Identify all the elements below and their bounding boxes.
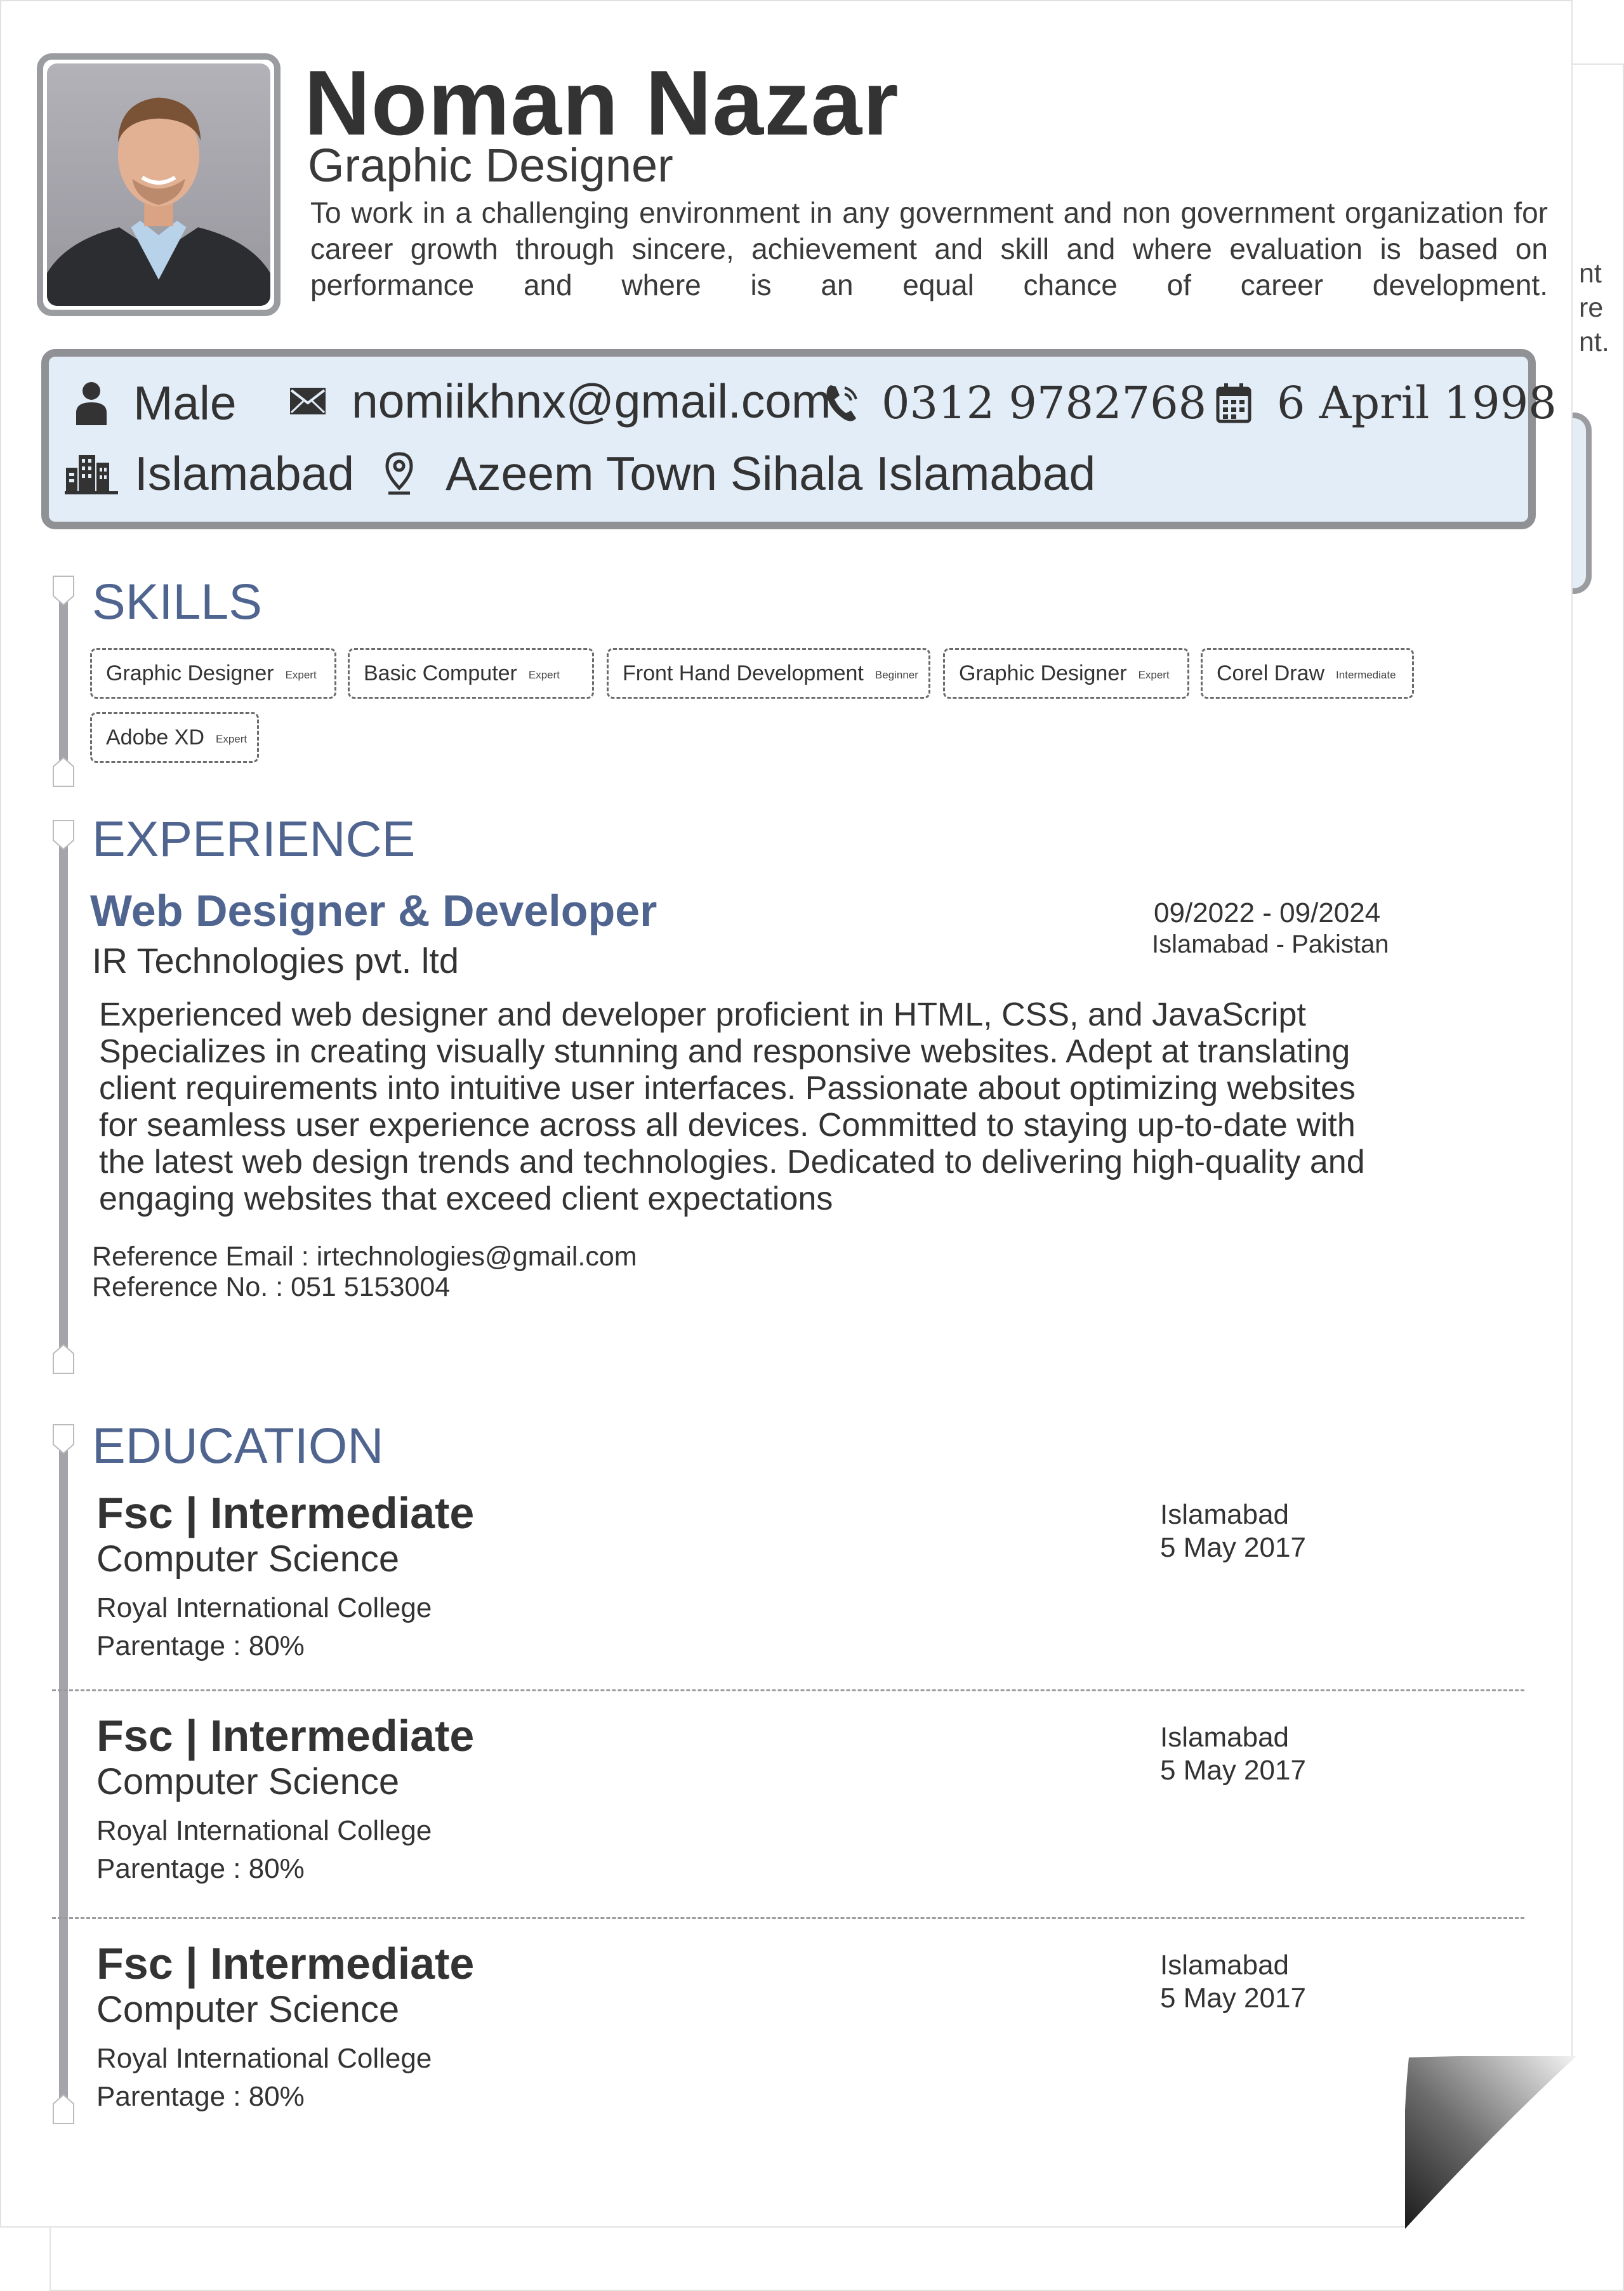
calendar-icon — [1216, 383, 1251, 423]
edu-school: Royal International College — [96, 2043, 432, 2074]
skill-name: Adobe XD — [106, 725, 204, 749]
timeline-knob — [53, 2094, 74, 2124]
edu-date: 5 May 2017 — [1160, 1532, 1306, 1563]
skill-tag: Graphic Designer Expert — [943, 648, 1189, 699]
education-timeline — [59, 1436, 68, 2115]
address-item: Azeem Town Sihala Islamabad — [383, 442, 1095, 505]
city-item: Islamabad — [65, 442, 354, 505]
skill-level: Expert — [528, 669, 560, 681]
background-line: nt. — [1579, 327, 1609, 357]
edu-school: Royal International College — [96, 1815, 432, 1846]
timeline-knob — [53, 1344, 74, 1374]
edu-school: Royal International College — [96, 1592, 432, 1623]
skill-name: Graphic Designer — [106, 661, 274, 685]
phone-icon — [826, 385, 857, 421]
edu-field: Computer Science — [96, 1538, 400, 1580]
profile-photo-illustration — [47, 97, 270, 306]
candidate-title: Graphic Designer — [308, 139, 673, 192]
job-title: Web Designer & Developer — [90, 886, 657, 935]
skill-name: Front Hand Development — [623, 661, 864, 685]
edu-score: Parentage : 80% — [96, 1630, 305, 1661]
skills-heading: SKILLS — [92, 573, 262, 630]
education-divider — [52, 1689, 1524, 1691]
gender-item: Male — [72, 371, 237, 435]
skill-name: Basic Computer — [364, 661, 517, 685]
skills-timeline — [59, 585, 68, 776]
job-description-line: Specializes in creating visually stunnin… — [99, 1033, 1350, 1070]
resume-page: Noman Nazar Graphic Designer To work in … — [0, 0, 1576, 2229]
reference-number: Reference No. : 051 5153004 — [92, 1272, 451, 1302]
skill-tag: Front Hand Development Beginner — [607, 648, 930, 699]
skill-tag: Basic Computer Expert — [348, 648, 594, 699]
background-sheet-text: nt re nt. — [1579, 256, 1624, 377]
user-icon — [76, 382, 107, 425]
job-company: IR Technologies pvt. ltd — [92, 941, 459, 980]
edu-city: Islamabad — [1160, 1499, 1290, 1530]
timeline-knob — [53, 576, 74, 606]
job-description: Experienced web designer and developer p… — [99, 996, 1413, 1217]
skill-tag: Graphic Designer Expert — [90, 648, 336, 699]
job-description-line: client requirements into intuitive user … — [99, 1070, 1356, 1107]
job-description-line: the latest web design trends and technol… — [99, 1144, 1365, 1180]
profile-photo-frame — [37, 53, 281, 316]
city-text: Islamabad — [135, 447, 355, 500]
phone-text[interactable]: 0312 9782768 — [881, 371, 1206, 435]
edu-degree: Fsc | Intermediate — [96, 1711, 475, 1760]
edu-field: Computer Science — [96, 1989, 400, 2030]
skill-tag: Corel Draw Intermediate — [1201, 648, 1414, 699]
dob-item: 6 April 1998 — [1216, 371, 1557, 435]
edu-score: Parentage : 80% — [96, 2081, 305, 2112]
email-item: nomiikhnx@gmail.com — [288, 369, 831, 433]
city-icon — [65, 455, 118, 494]
edu-date: 5 May 2017 — [1160, 1983, 1306, 2014]
skill-name: Graphic Designer — [959, 661, 1127, 685]
skill-level: Intermediate — [1336, 669, 1396, 681]
background-line: re — [1579, 293, 1604, 323]
timeline-knob — [53, 1424, 74, 1455]
job-location: Islamabad - Pakistan — [1152, 930, 1389, 958]
experience-timeline — [59, 826, 68, 1366]
skill-level: Beginner — [875, 669, 918, 681]
profile-photo — [47, 63, 270, 306]
timeline-knob — [53, 820, 74, 850]
edu-city: Islamabad — [1160, 1950, 1290, 1981]
email-text[interactable]: nomiikhnx@gmail.com — [352, 369, 831, 433]
edu-city: Islamabad — [1160, 1722, 1290, 1753]
dob-text: 6 April 1998 — [1277, 377, 1557, 429]
location-pin-icon — [385, 452, 413, 495]
background-line: nt — [1579, 258, 1602, 289]
job-dates: 09/2022 - 09/2024 — [1154, 897, 1381, 928]
edu-date: 5 May 2017 — [1160, 1755, 1306, 1786]
phone-item: 0312 9782768 — [823, 371, 1206, 435]
skill-name: Corel Draw — [1217, 661, 1325, 685]
skill-tag: Adobe XD Expert — [90, 712, 259, 763]
job-description-line: Experienced web designer and developer p… — [99, 996, 1306, 1033]
job-description-line: for seamless user experience across all … — [99, 1107, 1356, 1144]
job-description-line: engaging websites that exceed client exp… — [99, 1180, 833, 1217]
gender-text: Male — [133, 376, 237, 430]
page-curl-corner — [1405, 2056, 1576, 2229]
edu-field: Computer Science — [96, 1761, 400, 1802]
education-divider — [52, 1917, 1524, 1919]
experience-heading: EXPERIENCE — [92, 810, 416, 867]
address-text: Azeem Town Sihala Islamabad — [446, 447, 1096, 500]
education-heading: EDUCATION — [92, 1417, 384, 1474]
envelope-icon — [290, 388, 326, 414]
career-objective: To work in a challenging environment in … — [310, 196, 1548, 301]
reference-email: Reference Email : irtechnologies@gmail.c… — [92, 1241, 637, 1272]
skill-level: Expert — [1138, 669, 1170, 681]
skill-level: Expert — [285, 669, 317, 681]
edu-degree: Fsc | Intermediate — [96, 1939, 475, 1988]
timeline-knob — [53, 756, 74, 787]
edu-score: Parentage : 80% — [96, 1853, 305, 1884]
skill-level: Expert — [216, 733, 248, 745]
edu-degree: Fsc | Intermediate — [96, 1488, 475, 1538]
